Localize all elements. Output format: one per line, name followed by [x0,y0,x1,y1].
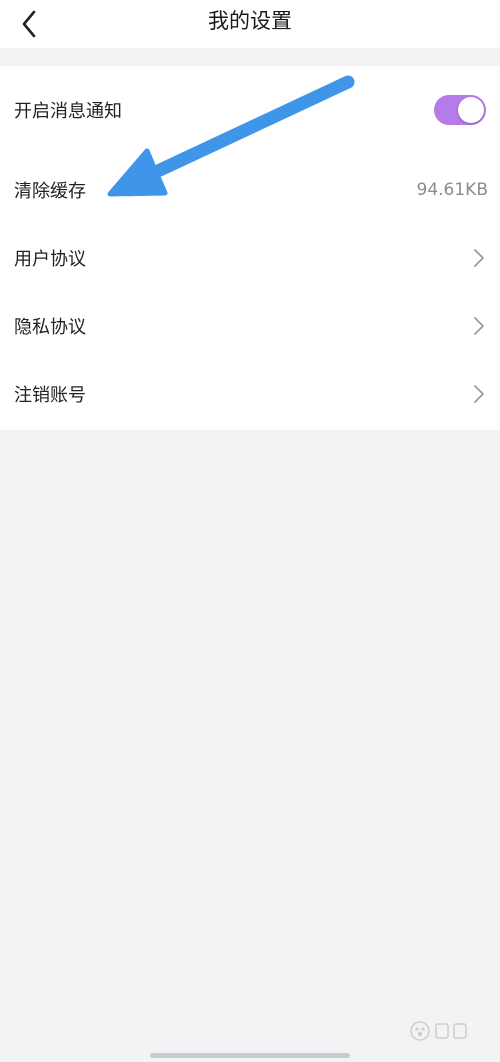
settings-row-label: 开启消息通知 [14,101,122,122]
settings-row-clear-cache[interactable]: 清除缓存 94.61KB [0,156,500,224]
settings-row-delete-account[interactable]: 注销账号 [0,360,500,428]
settings-row-label: 清除缓存 [14,181,86,202]
settings-row-user-agreement[interactable]: 用户协议 [0,224,500,292]
settings-row-label: 用户协议 [14,249,86,270]
chevron-right-icon [474,385,484,403]
baidu-jingyan-watermark-icon [410,1021,467,1041]
notification-toggle[interactable] [434,95,486,125]
cache-size-value: 94.61KB [416,180,488,200]
settings-row-notifications[interactable]: 开启消息通知 [0,76,500,144]
settings-row-privacy-agreement[interactable]: 隐私协议 [0,292,500,360]
settings-row-label: 注销账号 [14,385,86,406]
home-indicator [150,1053,350,1058]
top-bar: 我的设置 [0,0,500,48]
toggle-knob [458,97,484,123]
page-title: 我的设置 [208,9,292,33]
settings-row-label: 隐私协议 [14,317,86,338]
settings-list: 开启消息通知 清除缓存 94.61KB 用户协议 隐私协议 注销账号 [0,66,500,430]
chevron-right-icon [474,317,484,335]
chevron-right-icon [474,249,484,267]
